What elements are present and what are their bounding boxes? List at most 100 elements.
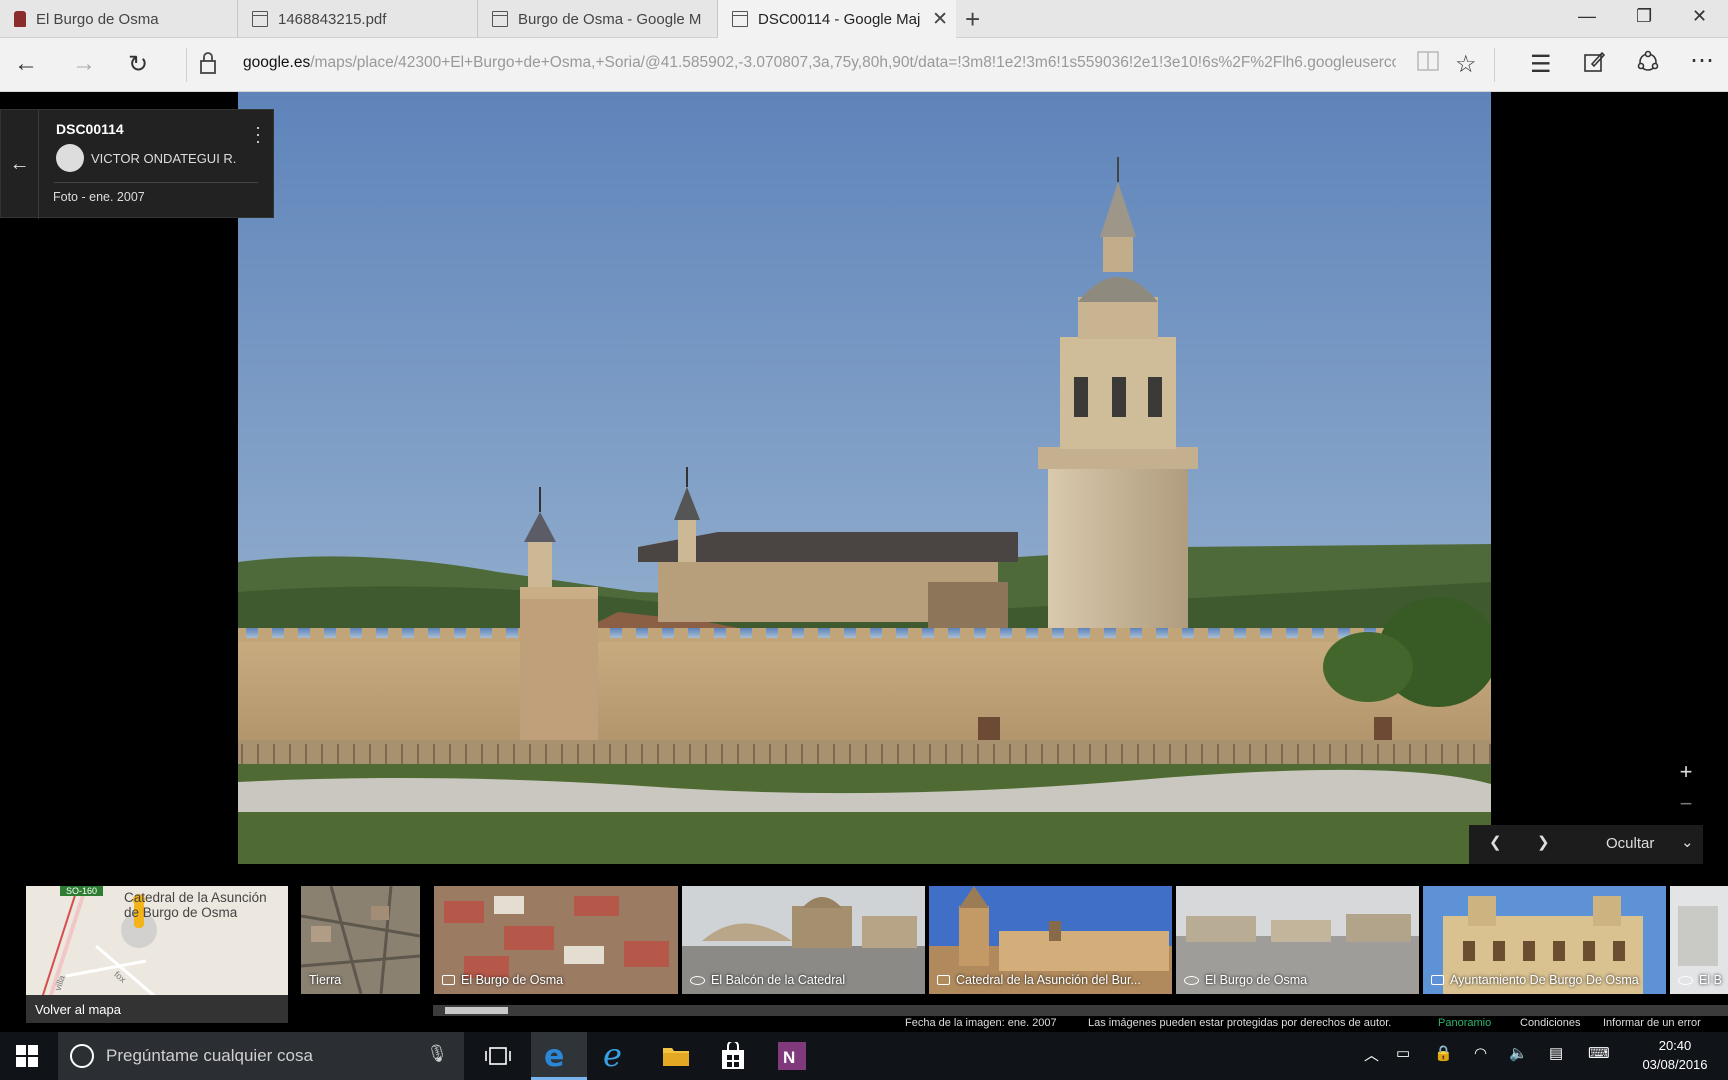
photo-author[interactable]: VICTOR ONDATEGUI R. <box>91 151 241 166</box>
photo-title: DSC00114 <box>56 121 124 137</box>
clock-date: 03/08/2016 <box>1642 1057 1708 1072</box>
chevron-up-icon[interactable]: ︿ <box>1364 1044 1379 1065</box>
microphone-icon[interactable]: 🎙 <box>426 1044 448 1064</box>
filmstrip-scrollbar[interactable] <box>433 1005 1728 1016</box>
svg-text:N: N <box>783 1048 795 1067</box>
forward-button[interactable]: → <box>72 50 96 78</box>
back-button[interactable]: ← <box>14 50 38 78</box>
tab-el-burgo[interactable]: El Burgo de Osma <box>0 0 238 38</box>
lock-icon[interactable]: 🔒 <box>1434 1044 1453 1062</box>
mini-map[interactable]: SO-160 Catedral de la Asunción de Burgo … <box>26 886 288 1023</box>
address-field[interactable]: google.es/maps/place/42300+El+Burgo+de+O… <box>243 54 1396 72</box>
keyboard-icon[interactable]: ⌨ <box>1588 1044 1610 1062</box>
pager-controls: ❮ ❯ Ocultar ⌄ <box>1469 825 1703 864</box>
zoom-in-button[interactable]: + <box>1668 757 1704 787</box>
volume-icon[interactable]: 🔈 <box>1509 1044 1528 1062</box>
back-arrow-icon[interactable]: ← <box>1 110 39 219</box>
internet-explorer-icon[interactable]: e <box>603 1036 622 1074</box>
photo-info-card: ← DSC00114 VICTOR ONDATEGUI R. · · · Foto … <box>0 109 274 219</box>
tab-pdf[interactable]: 1468843215.pdf <box>238 0 478 38</box>
notifications-icon[interactable]: ▤ <box>1549 1044 1563 1062</box>
url-path: /maps/place/42300+El+Burgo+de+Osma,+Sori… <box>310 54 1396 71</box>
more-options-icon[interactable]: · · · <box>255 118 261 150</box>
panorama-icon <box>690 975 705 985</box>
web-note-icon[interactable] <box>1582 50 1606 81</box>
avatar[interactable] <box>56 144 84 172</box>
favorite-star-icon[interactable]: ☆ <box>1455 50 1477 79</box>
clock[interactable]: 20:40 03/08/2016 <box>1630 1036 1720 1074</box>
hub-icon[interactable]: ☰ <box>1530 50 1552 79</box>
edge-icon: e <box>544 1039 565 1074</box>
panorama-icon <box>1184 975 1199 985</box>
camera-icon <box>937 975 950 985</box>
tab-label: El Burgo de Osma <box>36 10 159 28</box>
divider <box>54 182 258 183</box>
thumb-pano[interactable]: El Balcón de la Catedral <box>682 886 925 994</box>
battery-icon[interactable]: ▭ <box>1396 1044 1410 1062</box>
new-tab-button[interactable]: + <box>965 4 980 35</box>
thumb-label: El B <box>1699 973 1722 987</box>
map-place-label: Catedral de la Asunción de Burgo de Osma <box>124 890 267 920</box>
divider <box>1494 48 1495 82</box>
back-to-map-button[interactable]: Volver al mapa <box>26 995 288 1023</box>
previous-icon[interactable]: ❮ <box>1489 833 1502 851</box>
thumb-photo[interactable]: Ayuntamiento De Burgo De Osma <box>1423 886 1666 994</box>
thumb-photo[interactable]: El Burgo de Osma <box>434 886 678 994</box>
tab-dsc00114[interactable]: DSC00114 - Google Maj ✕ <box>718 0 956 38</box>
thumb-pano[interactable]: El B <box>1670 886 1728 994</box>
image-footer: Fecha de la imagen: ene. 2007 Las imágen… <box>900 1016 1728 1032</box>
taskbar-edge-active[interactable]: e <box>531 1032 587 1080</box>
thumb-caption: El Burgo de Osma <box>442 973 563 987</box>
clock-time: 20:40 <box>1658 1038 1692 1053</box>
zoom-out-button[interactable]: − <box>1668 789 1704 819</box>
thumb-label: Ayuntamiento De Burgo De Osma <box>1450 973 1639 987</box>
thumb-label: El Burgo de Osma <box>1205 973 1308 987</box>
thumb-label: El Balcón de la Catedral <box>711 973 846 987</box>
thumb-pano[interactable]: El Burgo de Osma <box>1176 886 1419 994</box>
refresh-button[interactable]: ↻ <box>128 50 148 79</box>
wifi-icon[interactable]: ◠ <box>1474 1044 1487 1062</box>
close-window-button[interactable]: ✕ <box>1692 6 1707 27</box>
thumb-earth[interactable]: Tierra <box>301 886 420 994</box>
onenote-icon[interactable]: N <box>778 1042 808 1072</box>
camera-icon <box>442 975 455 985</box>
url-host: google.es <box>243 54 311 71</box>
thumb-caption: Catedral de la Asunción del Bur... <box>937 973 1141 987</box>
burgo-favicon-icon <box>14 11 26 27</box>
close-tab-icon[interactable]: ✕ <box>932 8 948 31</box>
thumb-caption: El B <box>1678 973 1722 987</box>
thumb-label: El Burgo de Osma <box>461 973 564 987</box>
chevron-down-icon[interactable]: ⌄ <box>1681 833 1694 851</box>
store-icon[interactable] <box>720 1040 750 1072</box>
share-icon[interactable] <box>1636 50 1660 81</box>
report-error-link[interactable]: Informar de un error <box>1603 1017 1701 1029</box>
task-view-icon[interactable] <box>485 1046 515 1076</box>
scrollbar-thumb[interactable] <box>445 1007 508 1014</box>
page-icon <box>492 11 508 27</box>
tab-burgo-maps[interactable]: Burgo de Osma - Google M <box>478 0 718 38</box>
thumb-photo[interactable]: Catedral de la Asunción del Bur... <box>929 886 1172 994</box>
minimize-button[interactable]: — <box>1578 6 1596 27</box>
thumb-caption: Ayuntamiento De Burgo De Osma <box>1431 973 1639 987</box>
more-icon[interactable]: ⋯ <box>1690 46 1714 75</box>
cathedral-photo[interactable] <box>238 92 1491 864</box>
next-icon[interactable]: ❯ <box>1537 833 1550 851</box>
divider <box>186 48 187 82</box>
panoramio-logo[interactable]: Panoramio <box>1438 1017 1491 1029</box>
terms-link[interactable]: Condiciones <box>1520 1017 1581 1029</box>
filmstrip: SO-160 Catedral de la Asunción de Burgo … <box>0 864 1728 1032</box>
thumb-label: Tierra <box>309 973 342 987</box>
restore-button[interactable]: ❐ <box>1636 6 1652 27</box>
copyright-notice: Las imágenes pueden estar protegidas por… <box>1088 1017 1392 1029</box>
reading-view-icon[interactable] <box>1416 50 1440 79</box>
hide-button[interactable]: Ocultar <box>1606 835 1654 852</box>
windows-start-icon[interactable] <box>16 1045 46 1075</box>
page-icon <box>732 11 748 27</box>
navigation-bar: ← → ↻ google.es/maps/place/42300+El+Burg… <box>0 38 1728 92</box>
cortana-search-box[interactable]: Pregúntame cualquier cosa 🎙 <box>58 1032 464 1080</box>
cortana-icon <box>70 1044 94 1068</box>
thumb-caption: El Balcón de la Catedral <box>690 973 845 987</box>
tab-label: DSC00114 - Google Maj <box>758 10 921 28</box>
file-explorer-icon[interactable] <box>662 1044 692 1074</box>
image-date: Fecha de la imagen: ene. 2007 <box>905 1017 1057 1029</box>
